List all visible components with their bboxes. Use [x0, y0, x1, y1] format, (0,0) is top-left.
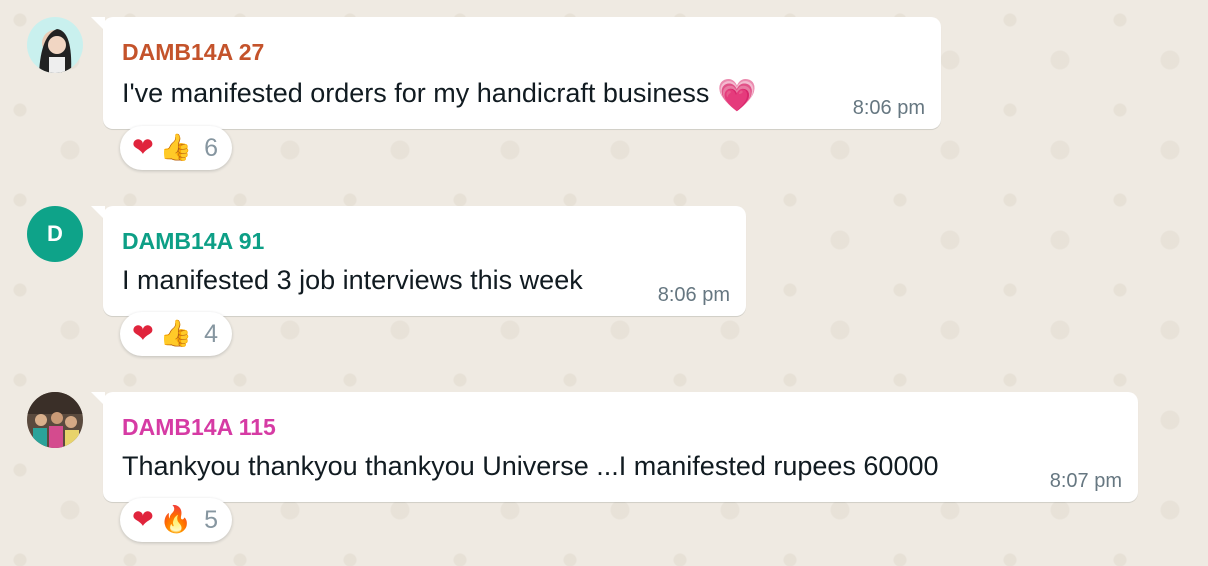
thumbs-up-reaction-icon: 👍	[159, 319, 193, 349]
reaction-pill[interactable]: ❤ 👍 4	[120, 312, 233, 356]
heart-reaction-icon: ❤	[132, 319, 154, 349]
message-text: I've manifested orders for my handicraft…	[122, 76, 757, 114]
heart-reaction-icon: ❤	[132, 505, 154, 535]
reaction-count: 6	[204, 133, 219, 162]
fire-reaction-icon: 🔥	[159, 505, 193, 535]
reaction-count: 4	[204, 319, 219, 348]
sender-name[interactable]: DAMB14A 27	[122, 39, 264, 66]
sender-name[interactable]: DAMB14A 115	[122, 414, 276, 441]
thumbs-up-reaction-icon: 👍	[159, 133, 193, 163]
message-time: 8:06 pm	[657, 284, 730, 306]
message-bubble[interactable]: DAMB14A 91 I manifested 3 job interviews…	[91, 206, 746, 316]
message-bubble[interactable]: DAMB14A 115 Thankyou thankyou thankyou U…	[91, 392, 1138, 502]
reaction-pill[interactable]: ❤ 🔥 5	[120, 498, 233, 542]
message-text: I manifested 3 job interviews this week	[122, 265, 583, 295]
sender-name[interactable]: DAMB14A 91	[122, 228, 264, 255]
heart-reaction-icon: ❤	[132, 133, 154, 163]
pink-heart-icon: 💗	[716, 76, 757, 114]
sender-avatar[interactable]: D	[27, 206, 83, 262]
message-text: Thankyou thankyou thankyou Universe ...I…	[122, 451, 939, 481]
reaction-count: 5	[204, 505, 219, 534]
sender-avatar[interactable]	[27, 17, 83, 73]
reaction-pill[interactable]: ❤ 👍 6	[120, 126, 233, 170]
sender-avatar[interactable]	[27, 392, 83, 448]
message-time: 8:07 pm	[1049, 470, 1122, 492]
message-time: 8:06 pm	[852, 97, 925, 119]
message-bubble[interactable]: DAMB14A 27 I've manifested orders for my…	[91, 17, 941, 129]
